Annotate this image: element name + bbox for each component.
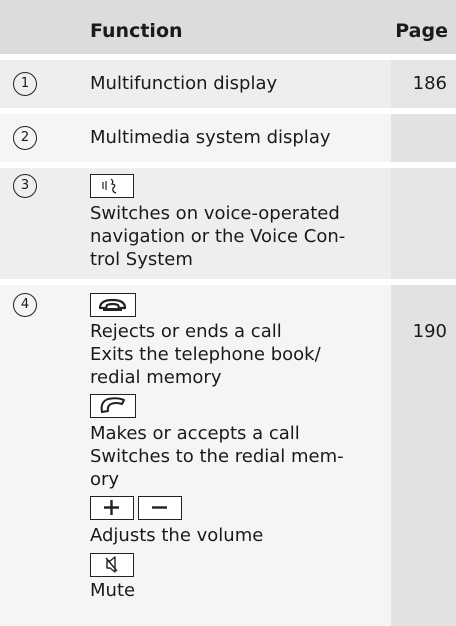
mute-key-icon <box>90 553 134 577</box>
function-text: Multifunction display <box>90 73 278 94</box>
table-row: 3 Switches on voice-operated navigation … <box>0 168 456 279</box>
item-number: 2 <box>13 126 37 150</box>
function-text: Exits the telephone book/ <box>90 344 321 365</box>
function-text: Rejects or ends a call <box>90 321 282 342</box>
header-page: Page <box>395 20 448 42</box>
minus-key-icon <box>138 496 182 520</box>
item-number: 1 <box>13 72 37 96</box>
item-number: 4 <box>13 293 37 317</box>
function-text: Multimedia system display <box>90 127 331 148</box>
function-text: redial memory <box>90 367 222 388</box>
table-header: Function Page <box>0 0 456 54</box>
page-number: 186 <box>412 73 447 94</box>
plus-key-icon <box>90 496 134 520</box>
header-function: Function <box>90 20 183 42</box>
call-key-icon <box>90 394 136 418</box>
function-text: Mute <box>90 580 136 601</box>
end-call-key-icon <box>90 293 136 317</box>
page-number: 190 <box>412 321 447 342</box>
function-text: Adjusts the volume <box>90 525 264 546</box>
function-text: Switches to the redial mem- <box>90 446 344 467</box>
function-text: ory <box>90 469 120 490</box>
table-row: 1 Multifunction display 186 <box>0 60 456 108</box>
function-text: navigation or the Voice Con- <box>90 226 346 247</box>
function-text: Makes or accepts a call <box>90 423 300 444</box>
table-row: 4 Rejects or ends a call 190 Exits the t… <box>0 285 456 626</box>
function-table: Function Page 1 Multifunction display 18… <box>0 0 456 626</box>
item-number: 3 <box>13 174 37 198</box>
table-row: 2 Multimedia system display <box>0 114 456 162</box>
function-text: Switches on voice-operated <box>90 203 340 224</box>
function-text: trol System <box>90 249 193 270</box>
voice-control-key-icon <box>90 174 134 198</box>
